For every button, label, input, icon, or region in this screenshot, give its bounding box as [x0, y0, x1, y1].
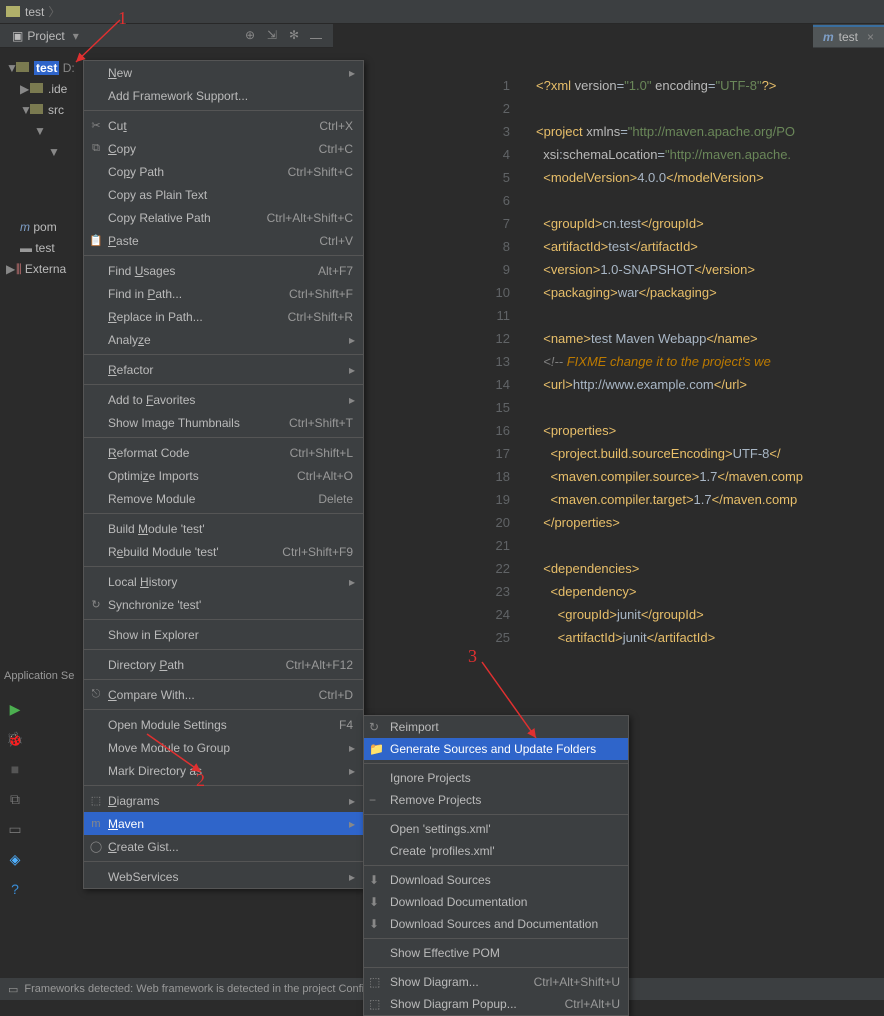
project-tree[interactable]: ▼test D: ▶.ide ▼src ▼ ▼ m pom ▬ test ▶⫼ … [6, 58, 75, 280]
submenu-item[interactable]: Show Effective POM [364, 942, 628, 964]
menu-item[interactable]: Remove ModuleDelete [84, 487, 363, 510]
menu-item[interactable]: Show in Explorer [84, 623, 363, 646]
menu-item[interactable]: Replace in Path...Ctrl+Shift+R [84, 305, 363, 328]
stop-icon[interactable]: ■ [0, 754, 30, 784]
menu-item[interactable]: mMaven▸ [84, 812, 363, 835]
menu-item[interactable]: Refactor▸ [84, 358, 363, 381]
app-servers-label: Application Se [0, 670, 74, 682]
editor-tab[interactable]: m test × [813, 25, 884, 47]
menu-item[interactable]: ✂CutCtrl+X [84, 114, 363, 137]
menu-item[interactable]: ⎋Compare With...Ctrl+D [84, 683, 363, 706]
editor-tab-label: test [839, 30, 858, 44]
submenu-item[interactable]: Ignore Projects [364, 767, 628, 789]
menu-item[interactable]: WebServices▸ [84, 865, 363, 888]
annotation-3: 3 [468, 646, 477, 667]
menu-item[interactable]: ↻Synchronize 'test' [84, 593, 363, 616]
submenu-item[interactable]: 📁Generate Sources and Update Folders [364, 738, 628, 760]
code-editor[interactable]: 1234567891011121314151617181920212223242… [480, 74, 884, 660]
menu-item[interactable]: Mark Directory as▸ [84, 759, 363, 782]
menu-item[interactable]: Open Module SettingsF4 [84, 713, 363, 736]
layout-icon[interactable]: ▭ [0, 814, 30, 844]
maven-submenu: ↻Reimport📁Generate Sources and Update Fo… [363, 715, 629, 1016]
submenu-item[interactable]: −Remove Projects [364, 789, 628, 811]
menu-item[interactable]: Copy PathCtrl+Shift+C [84, 160, 363, 183]
settings-icon[interactable]: ⧉ [0, 784, 30, 814]
collapse-icon[interactable]: ⇲ [265, 28, 279, 43]
hide-icon[interactable]: ⎼ [309, 28, 323, 43]
breadcrumb: test 〉 [0, 0, 884, 24]
menu-item[interactable]: ⬚Diagrams▸ [84, 789, 363, 812]
submenu-item[interactable]: ⬇Download Documentation [364, 891, 628, 913]
menu-item[interactable]: Analyze▸ [84, 328, 363, 351]
tool-window-label[interactable]: Project [27, 29, 64, 43]
chevron-right-icon: 〉 [48, 3, 60, 20]
menu-item[interactable]: Optimize ImportsCtrl+Alt+O [84, 464, 363, 487]
status-icon: ▭ [8, 983, 18, 996]
submenu-item[interactable]: Open 'settings.xml' [364, 818, 628, 840]
submenu-item[interactable]: ⬇Download Sources and Documentation [364, 913, 628, 935]
breadcrumb-project[interactable]: test [25, 5, 44, 19]
submenu-item[interactable]: ↻Reimport [364, 716, 628, 738]
menu-item[interactable]: Directory PathCtrl+Alt+F12 [84, 653, 363, 676]
menu-item[interactable]: ⧉CopyCtrl+C [84, 137, 363, 160]
menu-item[interactable]: Copy as Plain Text [84, 183, 363, 206]
menu-item[interactable]: Copy Relative PathCtrl+Alt+Shift+C [84, 206, 363, 229]
gear-icon[interactable]: ✻ [287, 28, 301, 43]
diamond-icon[interactable]: ◈ [0, 844, 30, 874]
menu-item[interactable]: New▸ [84, 61, 363, 84]
menu-item[interactable]: Find in Path...Ctrl+Shift+F [84, 282, 363, 305]
menu-item[interactable]: Show Image ThumbnailsCtrl+Shift+T [84, 411, 363, 434]
menu-item[interactable]: Rebuild Module 'test'Ctrl+Shift+F9 [84, 540, 363, 563]
help-icon[interactable]: ? [0, 874, 30, 904]
menu-item[interactable]: Add to Favorites▸ [84, 388, 363, 411]
menu-item[interactable]: Find UsagesAlt+F7 [84, 259, 363, 282]
menu-item[interactable]: 📋PasteCtrl+V [84, 229, 363, 252]
close-icon[interactable]: × [867, 30, 874, 44]
submenu-item[interactable]: Create 'profiles.xml' [364, 840, 628, 862]
maven-file-icon: m [823, 30, 834, 44]
menu-item[interactable]: ◯Create Gist... [84, 835, 363, 858]
run-toolbar: ▶ 🐞 ■ ⧉ ▭ ◈ ? [0, 694, 30, 904]
menu-item[interactable]: Local History▸ [84, 570, 363, 593]
folder-icon [6, 6, 20, 17]
editor-code[interactable]: <?xml version="1.0" encoding="UTF-8"?> <… [536, 74, 803, 649]
project-view-icon: ▣ [12, 29, 23, 43]
menu-item[interactable]: Reformat CodeCtrl+Shift+L [84, 441, 363, 464]
menu-item[interactable]: Add Framework Support... [84, 84, 363, 107]
chevron-down-icon[interactable]: ▾ [73, 29, 79, 43]
run-icon[interactable]: ▶ [0, 694, 30, 724]
submenu-item[interactable]: ⬚Show Diagram Popup...Ctrl+Alt+U [364, 993, 628, 1015]
menu-item[interactable]: Move Module to Group▸ [84, 736, 363, 759]
submenu-item[interactable]: ⬚Show Diagram...Ctrl+Alt+Shift+U [364, 971, 628, 993]
debug-icon[interactable]: 🐞 [0, 724, 30, 754]
menu-item[interactable]: Build Module 'test' [84, 517, 363, 540]
editor-gutter: 1234567891011121314151617181920212223242… [480, 74, 522, 649]
submenu-item[interactable]: ⬇Download Sources [364, 869, 628, 891]
context-menu: New▸Add Framework Support... ✂CutCtrl+X⧉C… [83, 60, 364, 889]
target-icon[interactable]: ⊕ [243, 28, 257, 43]
